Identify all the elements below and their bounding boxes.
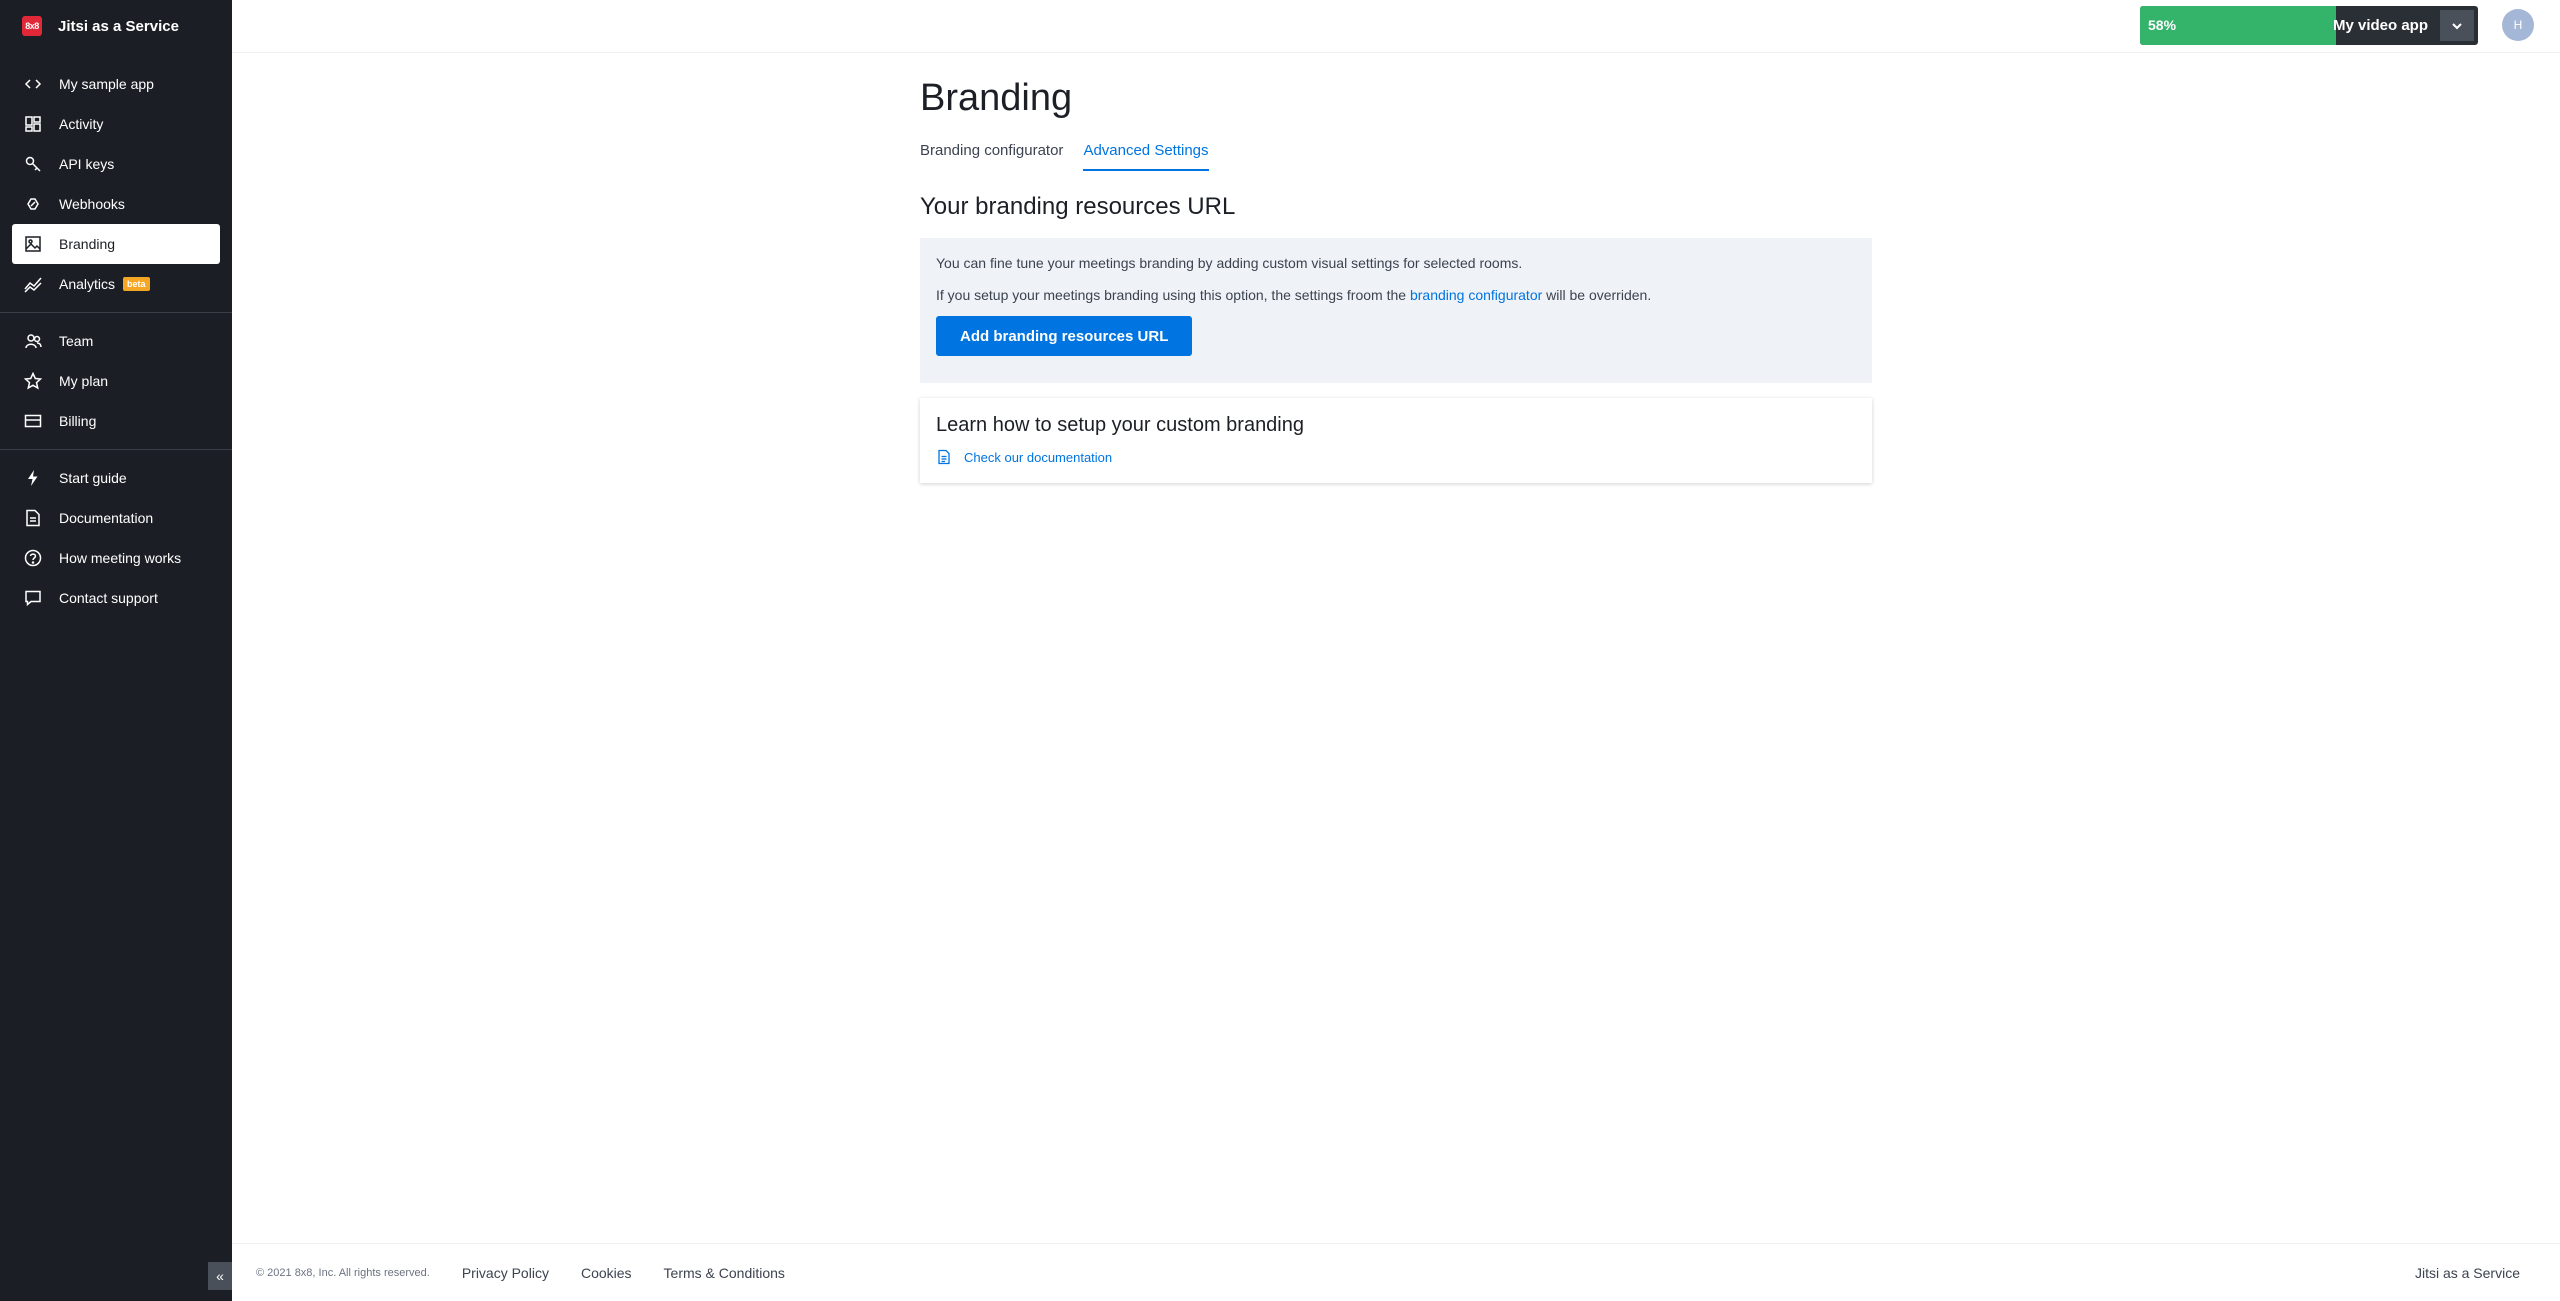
dashboard-icon [24, 115, 42, 133]
sidebar-item-my-sample-app[interactable]: My sample app [12, 64, 220, 104]
sidebar-item-billing[interactable]: Billing [12, 401, 220, 441]
sidebar-item-label: Activity [59, 116, 104, 132]
collapse-sidebar-button[interactable]: « [208, 1262, 232, 1290]
copyright: © 2021 8x8, Inc. All rights reserved. [256, 1266, 430, 1279]
footer: © 2021 8x8, Inc. All rights reserved. Pr… [232, 1243, 2560, 1301]
sidebar-item-label: Billing [59, 413, 97, 429]
brand-name: Jitsi as a Service [58, 17, 179, 35]
info-text-2: If you setup your meetings branding usin… [936, 286, 1856, 304]
sidebar-item-label: API keys [59, 156, 115, 172]
sidebar: 8x8 Jitsi as a Service My sample app Act… [0, 0, 232, 1301]
sidebar-item-label: My sample app [59, 76, 154, 92]
sidebar-item-analytics[interactable]: Analytics beta [12, 264, 220, 304]
sidebar-item-label: Documentation [59, 510, 154, 526]
info-text-1: You can fine tune your meetings branding… [936, 255, 1523, 271]
sidebar-item-how-meeting-works[interactable]: How meeting works [12, 538, 220, 578]
info-text-2-prefix: If you setup your meetings branding usin… [936, 287, 1410, 303]
sidebar-item-label: Branding [59, 236, 116, 252]
image-icon [24, 235, 42, 253]
sidebar-item-team[interactable]: Team [12, 321, 220, 361]
chevron-down-icon[interactable] [2440, 10, 2474, 41]
card-title: Learn how to setup your custom branding [936, 414, 1304, 436]
app-selector[interactable]: 58% My video app [2140, 6, 2478, 45]
sidebar-item-label: Analytics [59, 276, 116, 292]
tab-advanced-settings[interactable]: Advanced Settings [1083, 142, 1209, 171]
avatar[interactable]: H [2502, 9, 2534, 41]
help-icon [24, 549, 42, 567]
branding-configurator-link[interactable]: branding configurator [1410, 287, 1542, 303]
sidebar-item-my-plan[interactable]: My plan [12, 361, 220, 401]
progress-label: 58% [2148, 17, 2177, 33]
sidebar-item-label: Contact support [59, 590, 158, 606]
sidebar-item-label: Team [59, 333, 94, 349]
doc-icon [24, 509, 42, 527]
privacy-policy-link[interactable]: Privacy Policy [462, 1265, 549, 1281]
topbar: 58% My video app H [232, 0, 2560, 53]
section-title: Your branding resources URL [920, 193, 1236, 220]
brand[interactable]: 8x8 Jitsi as a Service [0, 0, 232, 52]
double-chevron-left-icon: « [216, 1268, 224, 1284]
sidebar-item-activity[interactable]: Activity [12, 104, 220, 144]
webhook-icon [24, 195, 42, 213]
documentation-link-label: Check our documentation [964, 449, 1113, 465]
documentation-link[interactable]: Check our documentation [936, 449, 1856, 465]
docs-card: Learn how to setup your custom branding … [920, 398, 1872, 483]
page-title: Branding [920, 77, 1073, 119]
sidebar-item-branding[interactable]: Branding [12, 224, 220, 264]
bolt-icon [24, 469, 42, 487]
star-icon [24, 372, 42, 390]
sidebar-item-api-keys[interactable]: API keys [12, 144, 220, 184]
chat-icon [24, 589, 42, 607]
cookies-link[interactable]: Cookies [581, 1265, 632, 1281]
sidebar-item-contact-support[interactable]: Contact support [12, 578, 220, 618]
nav-group-main: My sample app Activity API keys Webhooks… [0, 52, 232, 313]
sidebar-item-documentation[interactable]: Documentation [12, 498, 220, 538]
footer-brand: Jitsi as a Service [2414, 1264, 2520, 1281]
code-icon [24, 75, 42, 93]
add-branding-url-button[interactable]: Add branding resources URL [936, 316, 1193, 356]
info-text-2-suffix: will be overriden. [1542, 287, 1652, 303]
team-icon [24, 332, 42, 350]
tabs: Branding configurator Advanced Settings [920, 142, 1872, 171]
info-box: You can fine tune your meetings branding… [920, 238, 1872, 383]
sidebar-item-start-guide[interactable]: Start guide [12, 458, 220, 498]
terms-link[interactable]: Terms & Conditions [664, 1265, 785, 1281]
key-icon [24, 155, 42, 173]
sidebar-item-webhooks[interactable]: Webhooks [12, 184, 220, 224]
card-icon [24, 412, 42, 430]
app-selector-label: My video app [2332, 17, 2428, 34]
sidebar-item-label: My plan [59, 373, 109, 389]
sidebar-item-label: Start guide [59, 470, 127, 486]
main-content: Branding Branding configurator Advanced … [920, 53, 1872, 483]
sidebar-item-label: Webhooks [59, 196, 125, 212]
nav-group-help: Start guide Documentation How meeting wo… [0, 450, 232, 626]
brand-logo: 8x8 [22, 16, 42, 36]
beta-badge: beta [123, 277, 150, 291]
chart-icon [24, 275, 42, 293]
tab-branding-configurator[interactable]: Branding configurator [920, 142, 1063, 171]
sidebar-item-label: How meeting works [59, 550, 182, 566]
document-icon [938, 449, 950, 465]
nav-group-account: Team My plan Billing [0, 313, 232, 450]
